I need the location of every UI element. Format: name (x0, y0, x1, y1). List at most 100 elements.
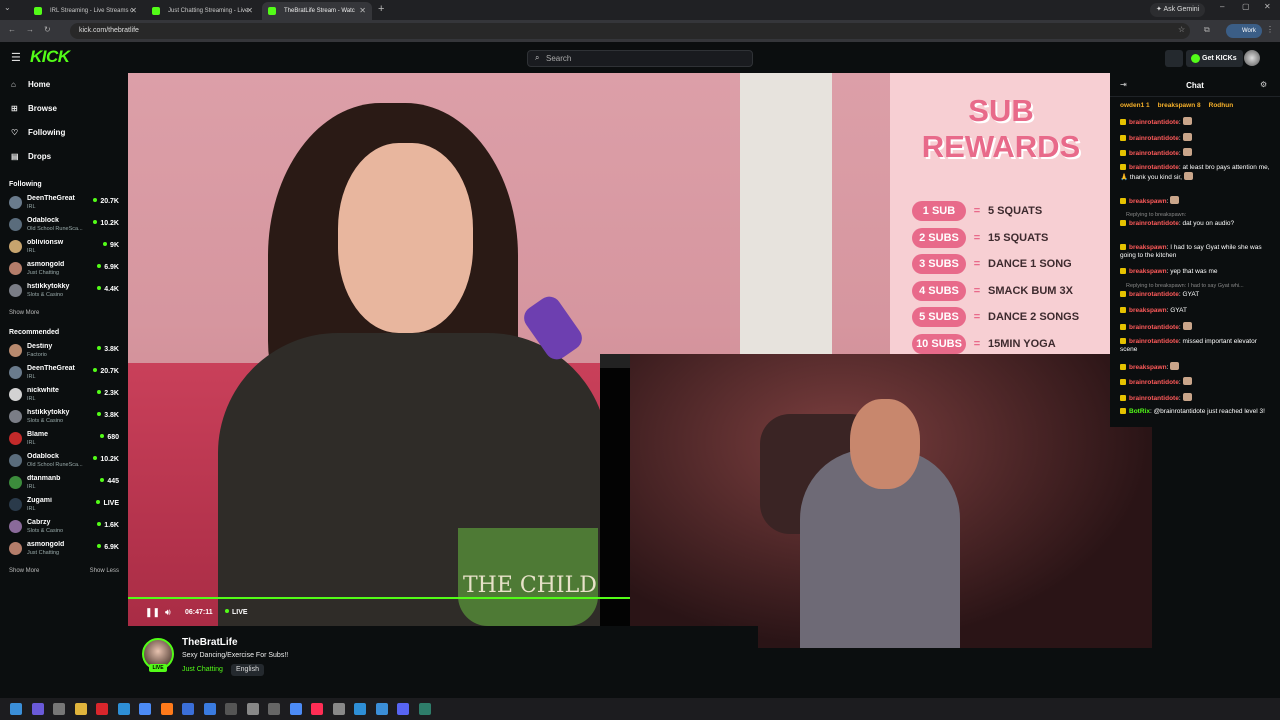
profile-button[interactable]: Work (1226, 24, 1262, 38)
bookmark-star-icon[interactable]: ☆ (1178, 25, 1185, 34)
chat-username[interactable]: brainrotantidote (1129, 119, 1179, 126)
app-icon[interactable] (268, 703, 280, 715)
chat-username[interactable]: breakspawn (1129, 198, 1167, 205)
chat-username[interactable]: brainrotantidote (1129, 164, 1179, 171)
chat-username[interactable]: BotRix (1129, 408, 1150, 415)
channel-item[interactable]: Odablock Old School RuneSca... 10.2K (0, 451, 128, 473)
back-icon[interactable]: ← (8, 25, 16, 34)
nav-following[interactable]: ♡ Following (0, 123, 128, 143)
firefox-icon[interactable] (160, 703, 173, 715)
chrome2-icon[interactable] (289, 703, 302, 715)
chat-username[interactable]: breakspawn (1129, 307, 1167, 314)
chat-username[interactable]: brainrotantidote (1129, 135, 1179, 142)
kick-cart-icon[interactable] (1165, 50, 1183, 67)
get-kicks-button[interactable]: Get KICKs (1186, 50, 1243, 67)
channel-item[interactable]: DeenTheGreat IRL 20.7K (0, 363, 128, 385)
channel-item[interactable]: hstikkytokky Slots & Casino 3.8K (0, 407, 128, 429)
extensions-icon[interactable]: ⧉ (1204, 25, 1210, 35)
chat-username[interactable]: brainrotantidote (1129, 220, 1179, 227)
discord-icon[interactable] (397, 703, 409, 715)
gifter-name[interactable]: owden1 1 (1120, 102, 1150, 109)
minimize-icon[interactable]: – (1220, 2, 1224, 11)
mail-icon[interactable] (203, 703, 216, 715)
tab-close-icon[interactable]: ✕ (359, 2, 366, 20)
tab-search-icon[interactable]: ⌄ (4, 3, 16, 15)
channel-item[interactable]: oblivionsw IRL 9K (0, 237, 128, 259)
gifter-name[interactable]: Rodhun (1209, 102, 1234, 109)
chat-username[interactable]: breakspawn (1129, 364, 1167, 371)
windows-icon[interactable] (10, 703, 22, 715)
search-input[interactable] (546, 51, 746, 66)
gifter-name[interactable]: breakspawn 8 (1158, 102, 1201, 109)
kick-logo[interactable]: KICK (30, 47, 70, 67)
channel-item[interactable]: hstikkytokky Slots & Casino 4.4K (0, 281, 128, 303)
channel-item[interactable]: Blame IRL 680 (0, 429, 128, 451)
viewer-count: 6.9K (97, 264, 119, 271)
chat-username[interactable]: brainrotantidote (1129, 338, 1179, 345)
chat-username[interactable]: breakspawn (1129, 268, 1167, 275)
chrome-icon[interactable] (139, 703, 151, 715)
stream-language-tag[interactable]: English (231, 664, 264, 676)
nav-drops[interactable]: ▤ Drops (0, 147, 128, 167)
reload-icon[interactable]: ↻ (44, 25, 51, 34)
nav-home[interactable]: ⌂ Home (0, 75, 128, 95)
nav-browse[interactable]: ⊞ Browse (0, 99, 128, 119)
channel-item[interactable]: DeenTheGreat IRL 20.7K (0, 193, 128, 215)
tiktok-icon[interactable] (311, 703, 323, 715)
chat-username[interactable]: breakspawn (1129, 244, 1167, 251)
channel-item[interactable]: dtanmanb IRL 445 (0, 473, 128, 495)
calculator-icon[interactable] (225, 703, 237, 715)
gamepad-icon[interactable] (332, 703, 345, 715)
chat-username[interactable]: brainrotantidote (1129, 291, 1179, 298)
browser-tab-thebratlife[interactable]: TheBratLife Stream - Watc ✕ (262, 2, 372, 20)
channel-item[interactable]: Zugami IRL LIVE (0, 495, 128, 517)
tab-close-icon[interactable]: ✕ (246, 2, 253, 20)
browse-icon: ⊞ (11, 104, 18, 113)
ask-gemini-button[interactable]: ✦ Ask Gemini (1150, 3, 1206, 17)
browser-menu-icon[interactable]: ⋮ (1266, 25, 1274, 34)
chat-username[interactable]: brainrotantidote (1129, 379, 1179, 386)
menu-icon[interactable]: ☰ (11, 51, 21, 64)
chat-message: brainrotantidote: (1120, 132, 1274, 144)
volume-icon[interactable]: 🔊︎ (165, 607, 171, 618)
user-avatar[interactable] (1244, 50, 1260, 66)
stream-category[interactable]: Just Chatting (182, 666, 223, 673)
browser-tab-just-chatting[interactable]: Just Chatting Streaming - Live ✕ (146, 2, 259, 20)
url-field[interactable]: kick.com/thebratlife (70, 23, 1190, 39)
reward-tier: 1 SUB (912, 201, 966, 221)
browser-tab-irl[interactable]: IRL Streaming - Live Streams o ✕ (28, 2, 143, 20)
tab-close-icon[interactable]: ✕ (130, 2, 137, 20)
chat-username[interactable]: brainrotantidote (1129, 324, 1179, 331)
edge-icon[interactable] (117, 703, 130, 715)
channel-name: DeenTheGreat (27, 195, 75, 202)
app2-icon[interactable] (354, 703, 366, 715)
chat-username[interactable]: brainrotantidote (1129, 395, 1179, 402)
store-icon[interactable] (182, 703, 194, 715)
recommended-show-more[interactable]: Show More (9, 568, 39, 574)
copilot-icon[interactable] (31, 703, 44, 715)
channel-item[interactable]: Destiny Factorio 3.8K (0, 341, 128, 363)
forward-icon[interactable]: → (26, 25, 34, 34)
channel-item[interactable]: asmongold Just Chatting 6.9K (0, 539, 128, 561)
opera-icon[interactable] (96, 703, 108, 715)
channel-avatar (9, 262, 22, 275)
chat-users-icon[interactable]: ⚙ (1260, 80, 1267, 89)
new-tab-button[interactable]: + (378, 3, 384, 15)
recommended-show-less[interactable]: Show Less (90, 568, 119, 574)
search-box[interactable]: ⌕ (527, 50, 753, 67)
following-show-more[interactable]: Show More (9, 310, 39, 316)
settings-icon[interactable] (246, 703, 259, 715)
explorer-icon[interactable] (74, 703, 87, 715)
maximize-icon[interactable]: ▢ (1242, 2, 1250, 11)
chat-username[interactable]: brainrotantidote (1129, 150, 1179, 157)
photos-icon[interactable] (375, 703, 388, 715)
channel-item[interactable]: Cabrzy Slots & Casino 1.6K (0, 517, 128, 539)
channel-item[interactable]: nickwhite IRL 2.3K (0, 385, 128, 407)
channel-item[interactable]: asmongold Just Chatting 6.9K (0, 259, 128, 281)
channel-item[interactable]: Odablock Old School RuneSca... 10.2K (0, 215, 128, 237)
task-view-icon[interactable] (53, 703, 65, 715)
pause-icon[interactable]: ❚❚ (145, 607, 160, 618)
streamer-name[interactable]: TheBratLife (182, 637, 238, 648)
terminal-icon[interactable] (418, 703, 431, 715)
close-window-icon[interactable]: ✕ (1264, 2, 1271, 11)
